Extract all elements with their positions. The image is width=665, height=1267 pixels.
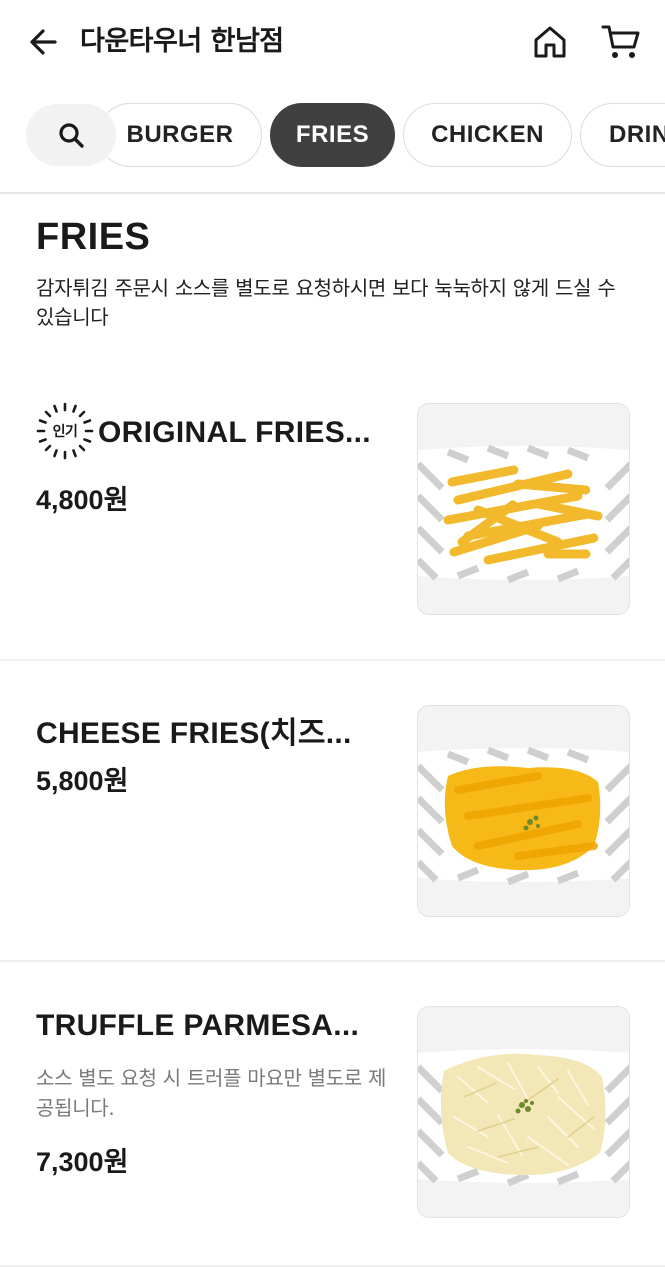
section-description: 감자튀김 주문시 소스를 별도로 요청하시면 보다 눅눅하지 않게 드실 수 있…	[36, 276, 616, 329]
category-tabs: BURGER FRIES CHICKEN DRINK	[0, 102, 665, 168]
menu-item-original-fries[interactable]: 인기 ORIGINAL FRIES... 4,800원	[0, 360, 665, 661]
item-price: 5,800원	[36, 766, 129, 796]
item-description: 소스 별도 요청 시 트러플 마요만 별도로 제공됩니다.	[36, 1066, 387, 1120]
search-icon	[59, 123, 84, 148]
tab-drink[interactable]: DRINK	[580, 103, 665, 167]
home-button[interactable]	[528, 20, 572, 64]
item-name: CHEESE FRIES(치즈...	[36, 717, 352, 750]
cart-icon	[601, 25, 640, 58]
item-price: 4,800원	[36, 485, 129, 515]
section-title: FRIES	[36, 216, 151, 258]
item-image	[417, 1006, 630, 1218]
item-image	[417, 705, 630, 917]
app-header: 다운타우너 한남점	[0, 0, 665, 84]
store-title: 다운타우너 한남점	[80, 26, 284, 57]
item-image	[417, 403, 630, 615]
arrow-left-icon	[30, 29, 57, 55]
popular-badge-label: 인기	[52, 424, 78, 440]
tab-burger[interactable]: BURGER	[98, 103, 262, 167]
cart-button[interactable]	[598, 20, 644, 64]
popular-badge: 인기	[36, 402, 94, 460]
tab-fries[interactable]: FRIES	[270, 103, 395, 167]
item-price: 7,300원	[36, 1147, 129, 1177]
search-button[interactable]	[26, 104, 116, 166]
item-name: ORIGINAL FRIES...	[98, 416, 371, 449]
tab-chicken[interactable]: CHICKEN	[403, 103, 572, 167]
tabs-divider	[0, 192, 665, 194]
home-icon	[534, 26, 566, 58]
menu-item-truffle-parmesan-fries[interactable]: TRUFFLE PARMESA... 소스 별도 요청 시 트러플 마요만 별도…	[0, 962, 665, 1267]
back-button[interactable]	[24, 22, 64, 62]
item-name: TRUFFLE PARMESA...	[36, 1009, 360, 1042]
menu-item-cheese-fries[interactable]: CHEESE FRIES(치즈... 5,800원	[0, 661, 665, 962]
